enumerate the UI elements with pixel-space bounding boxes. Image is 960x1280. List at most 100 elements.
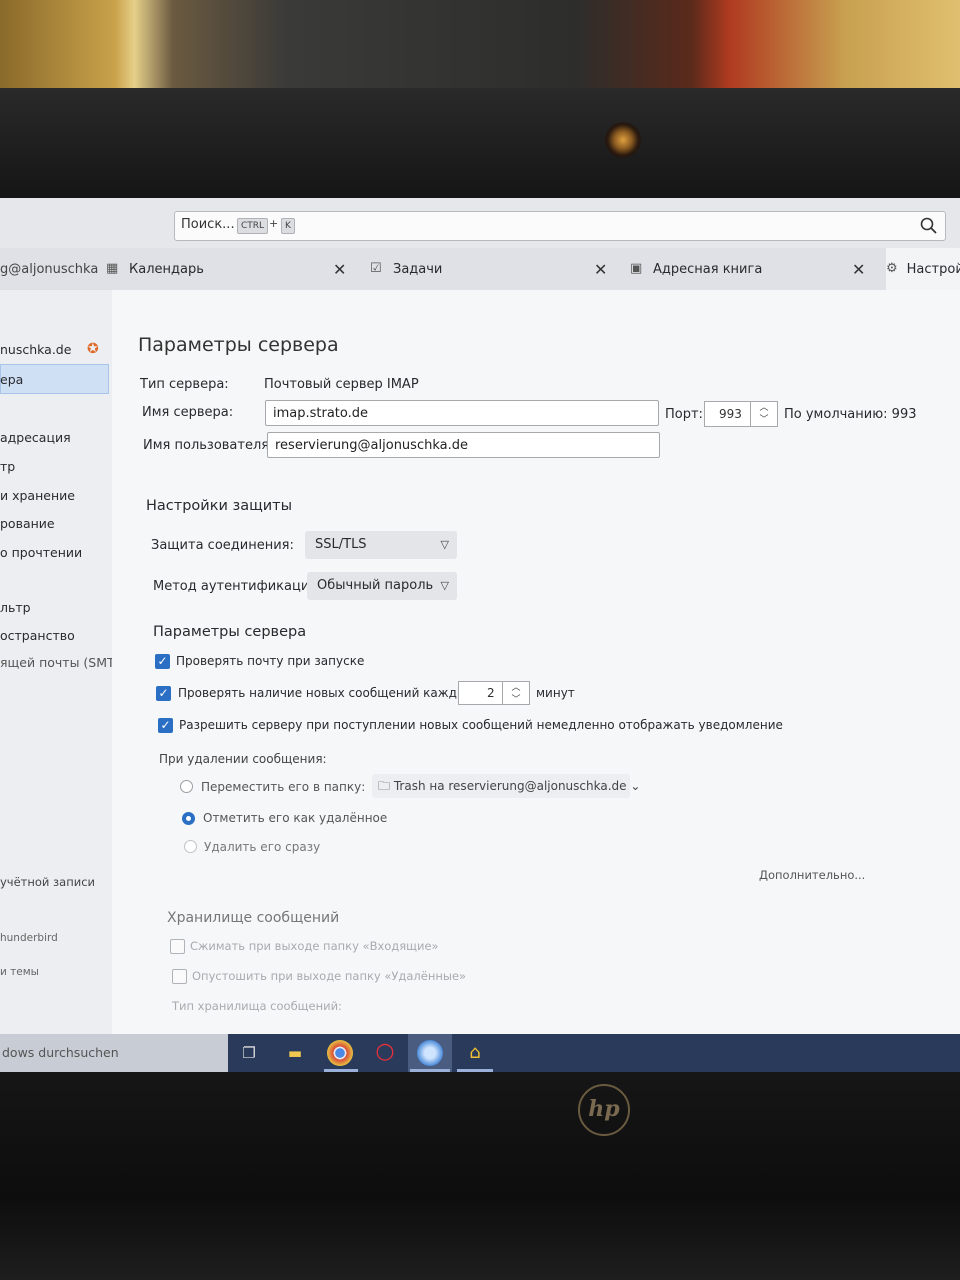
kbd-plus: +: [269, 217, 279, 230]
toolbar: Поиск... CTRL + K: [0, 198, 960, 248]
windows-search-input[interactable]: dows durchsuchen: [0, 1034, 228, 1072]
server-type-value: Почтовый сервер IMAP: [264, 377, 419, 392]
chevron-down-icon: ▽: [440, 538, 449, 551]
close-icon[interactable]: ✕: [594, 260, 607, 279]
chrome-icon[interactable]: [327, 1040, 353, 1066]
home-app-icon[interactable]: ⌂: [462, 1040, 488, 1066]
stepper-buttons[interactable]: ︿ ﹀: [750, 402, 777, 426]
delete-now-radio[interactable]: [184, 840, 197, 853]
tab-address-book[interactable]: ▣ Адресная книга: [630, 248, 762, 290]
tab-settings[interactable]: ⚙ Настройки: [886, 248, 960, 290]
tab-label: Календарь: [129, 261, 204, 277]
tasks-icon: ☑: [370, 261, 382, 276]
search-input[interactable]: Поиск... CTRL + K: [174, 211, 946, 241]
server-settings-heading: Параметры сервера: [153, 624, 307, 640]
port-stepper[interactable]: 993 ︿ ﹀: [704, 401, 778, 427]
laptop-bezel-bottom: [0, 1072, 960, 1280]
trash-folder-select[interactable]: 🗀 Trash на reservierung@aljonuschka.de ⌄: [372, 774, 640, 798]
chevron-up-icon[interactable]: ︿: [503, 682, 529, 694]
tab-mail[interactable]: g@aljonuschka: [0, 248, 98, 290]
close-icon[interactable]: ✕: [852, 260, 865, 279]
auth-method-select[interactable]: Обычный пароль ▽: [307, 572, 457, 600]
kbd-k: K: [281, 218, 295, 234]
gear-icon: ⚙: [886, 261, 898, 276]
allow-push-label: Разрешить серверу при поступлении новых …: [179, 718, 783, 732]
empty-trash-checkbox[interactable]: [172, 969, 187, 984]
search-icon[interactable]: [919, 216, 939, 236]
server-name-label: Имя сервера:: [142, 405, 234, 420]
sidebar-item-junk[interactable]: льтр: [0, 600, 31, 615]
username-field[interactable]: reservierung@aljonuschka.de: [267, 432, 660, 458]
security-heading: Настройки защиты: [146, 498, 293, 514]
sidebar-item-addons[interactable]: и темы: [0, 966, 39, 978]
sidebar-item-account[interactable]: nuschka.de: [0, 342, 71, 357]
sidebar-item-server[interactable]: ера: [0, 372, 23, 387]
sidebar-item-receipts[interactable]: о прочтении: [0, 545, 82, 560]
tab-label: Настройки: [906, 261, 960, 277]
check-every-label: Проверять наличие новых сообщений каждые: [178, 686, 474, 700]
port-value: 993: [719, 407, 742, 421]
connection-security-label: Защита соединения:: [151, 538, 294, 553]
kbd-ctrl: CTRL: [237, 218, 269, 234]
interval-value: 2: [487, 686, 495, 700]
connection-security-select[interactable]: SSL/TLS ▽: [305, 531, 457, 559]
on-delete-label: При удалении сообщения:: [159, 752, 327, 766]
move-to-folder-radio[interactable]: [180, 780, 193, 793]
advanced-button[interactable]: Дополнительно...: [759, 868, 865, 882]
empty-trash-label: Опустошить при выходе папку «Удалённые»: [192, 969, 467, 983]
compact-label: Сжимать при выходе папку «Входящие»: [190, 939, 439, 953]
sidebar-item-smtp[interactable]: ящей почты (SMTP): [0, 655, 127, 670]
thunderbird-icon[interactable]: [417, 1040, 443, 1066]
delete-now-label: Удалить его сразу: [204, 840, 321, 854]
search-placeholder: Поиск...: [181, 217, 235, 232]
page-title: Параметры сервера: [138, 334, 339, 356]
sidebar-item-settings[interactable]: hunderbird: [0, 932, 58, 944]
check-every-checkbox[interactable]: ✓: [156, 686, 171, 701]
sidebar-item-storage[interactable]: и хранение: [0, 488, 75, 503]
sidebar-item-disk-space[interactable]: остранство: [0, 628, 75, 643]
auth-method-label: Метод аутентификации:: [153, 579, 323, 594]
screen: Поиск... CTRL + K g@aljonuschka ▦ Календ…: [0, 198, 960, 1072]
allow-push-checkbox[interactable]: ✓: [158, 718, 173, 733]
minutes-label: минут: [536, 686, 575, 700]
calendar-icon: ▦: [106, 261, 119, 276]
address-book-icon: ▣: [630, 261, 643, 276]
tab-calendar[interactable]: ▦ Календарь: [106, 248, 204, 290]
folder-icon: 🗀: [378, 779, 391, 793]
sidebar-item-addressing[interactable]: адресация: [0, 430, 71, 445]
account-actions[interactable]: учётной записи: [0, 875, 95, 889]
server-name-field[interactable]: imap.strato.de: [265, 400, 659, 426]
username-label: Имя пользователя:: [143, 438, 274, 453]
running-indicator: [324, 1069, 358, 1072]
interval-stepper[interactable]: 2 ︿ ﹀: [458, 681, 530, 705]
windows-taskbar: dows durchsuchen ❐ ▬ ○ ⌂: [0, 1034, 960, 1072]
sidebar-item-encryption[interactable]: рование: [0, 516, 55, 531]
chevron-down-icon: ⌄: [630, 779, 641, 793]
mark-deleted-radio[interactable]: [182, 812, 195, 825]
opera-icon[interactable]: ○: [372, 1040, 398, 1066]
compact-checkbox[interactable]: [170, 939, 185, 954]
check-startup-checkbox[interactable]: ✓: [155, 654, 170, 669]
port-default-label: По умолчанию: 993: [784, 407, 917, 422]
chevron-down-icon[interactable]: ﹀: [503, 694, 529, 706]
check-startup-label: Проверять почту при запуске: [176, 654, 365, 668]
file-explorer-icon[interactable]: ▬: [282, 1040, 308, 1066]
account-sidebar: nuschka.de ✪ ера адресация тр и хранение…: [0, 290, 127, 1034]
close-icon[interactable]: ✕: [333, 260, 346, 279]
chevron-down-icon: ▽: [440, 579, 449, 592]
chevron-up-icon[interactable]: ︿: [751, 402, 777, 414]
tab-label: g@aljonuschka: [0, 261, 99, 277]
chevron-down-icon[interactable]: ﹀: [751, 414, 777, 426]
running-indicator: [457, 1069, 493, 1072]
star-icon: ✪: [87, 341, 99, 357]
task-view-icon[interactable]: ❐: [236, 1040, 262, 1066]
running-indicator: [410, 1069, 450, 1072]
storage-type-label: Тип хранилища сообщений:: [172, 999, 342, 1013]
stepper-buttons[interactable]: ︿ ﹀: [502, 682, 529, 706]
photo-background: [0, 0, 960, 95]
sidebar-item-filter[interactable]: тр: [0, 459, 15, 474]
trash-folder-value: Trash на reservierung@aljonuschka.de: [393, 779, 627, 793]
server-settings-panel: Параметры сервера Тип сервера: Почтовый …: [112, 290, 960, 1034]
tab-tasks[interactable]: ☑ Задачи: [370, 248, 442, 290]
webcam-icon: [605, 122, 641, 158]
